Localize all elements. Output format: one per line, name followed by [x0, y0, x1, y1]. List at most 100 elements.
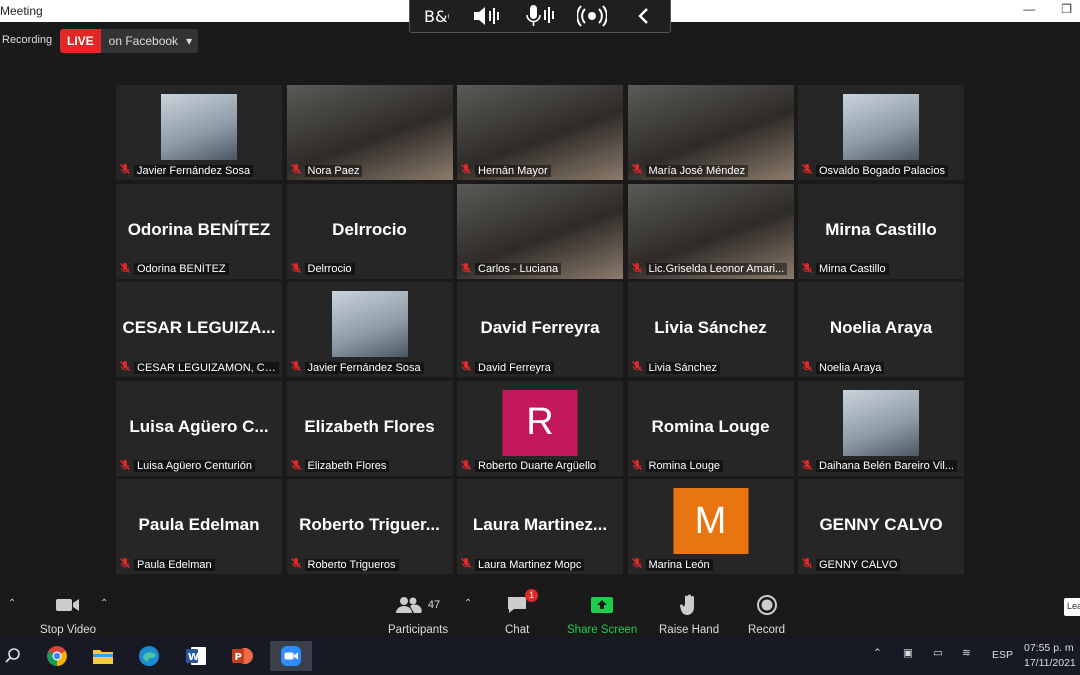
participants-button[interactable]: 47 Participants: [388, 593, 448, 636]
participant-tile[interactable]: Roberto Triguer... Roberto Trigueros: [286, 479, 453, 574]
participant-name-label: Lic.Griselda Leonor Amari...: [631, 262, 791, 277]
participant-tile[interactable]: María José Méndez: [627, 85, 794, 180]
raise-hand-label: Raise Hand: [659, 624, 720, 636]
window-title: Meeting: [0, 4, 43, 18]
participant-tile[interactable]: CESAR LEGUIZA... CESAR LEGUIZAMON, CPC: [116, 282, 282, 377]
participant-name-label: Paula Edelman: [119, 557, 279, 572]
participant-tile[interactable]: Laura Martinez... Laura Martinez Mopc: [457, 479, 623, 574]
record-button[interactable]: Record: [748, 593, 785, 636]
participant-name: David Ferreyra: [475, 361, 554, 374]
participant-tile[interactable]: Romina Louge Romina Louge: [627, 380, 794, 476]
participant-name-label: Delrrocio: [290, 262, 450, 277]
participant-tile[interactable]: R Roberto Duarte Argüello: [457, 380, 623, 476]
participant-name: GENNY CALVO: [816, 558, 901, 571]
participant-tile[interactable]: Osvaldo Bogado Palacios: [798, 85, 964, 180]
input-language[interactable]: ESP: [992, 649, 1013, 661]
muted-microphone-icon: [290, 262, 302, 277]
speaker-volume-icon[interactable]: [468, 2, 508, 30]
live-stream-control[interactable]: LIVE on Facebook ▾: [60, 29, 199, 53]
participant-tile[interactable]: Odorina BENÍTEZ Odorina BENÍTEZ: [116, 183, 282, 279]
video-options-caret-icon[interactable]: ⌃: [100, 598, 108, 609]
participant-display-name: CESAR LEGUIZA...: [122, 318, 276, 337]
participant-name: Osvaldo Bogado Palacios: [816, 164, 948, 177]
participant-display-name: Livia Sánchez: [654, 318, 767, 337]
participant-name: Paula Edelman: [134, 558, 215, 571]
collapse-chevron-icon[interactable]: [624, 2, 664, 30]
participants-options-caret-icon[interactable]: ⌃: [464, 598, 472, 609]
record-icon: [756, 593, 778, 617]
participant-tile[interactable]: Noelia Araya Noelia Araya: [798, 282, 964, 377]
participants-label: Participants: [388, 624, 449, 636]
participant-name-label: Roberto Trigueros: [290, 557, 450, 572]
wifi-icon[interactable]: ≋: [962, 647, 971, 659]
participant-name-label: Romina Louge: [631, 459, 791, 474]
windows-taskbar: W P ⌃ ▣ ▭ ≋ ESP 07:55 p. m 17/11/2021: [0, 637, 1080, 675]
participant-tile[interactable]: Mirna Castillo Mirna Castillo: [798, 183, 964, 279]
participant-display-name: Luisa Agüero C...: [129, 416, 269, 436]
participant-tile[interactable]: Daihana Belén Bareiro Vil...: [798, 380, 964, 476]
participant-tile[interactable]: Hernán Mayor: [457, 85, 623, 180]
stop-video-label: Stop Video: [40, 624, 97, 636]
zoom-tray-icon[interactable]: ▣: [903, 647, 913, 659]
participant-name: María José Méndez: [645, 164, 749, 177]
broadcast-icon[interactable]: [572, 2, 612, 30]
tray-overflow-icon[interactable]: ⌃: [873, 647, 882, 659]
participant-name: Livia Sánchez: [645, 361, 720, 374]
participant-tile[interactable]: GENNY CALVO GENNY CALVO: [798, 479, 964, 574]
participant-tile[interactable]: Lic.Griselda Leonor Amari...: [627, 183, 794, 279]
participant-name-label: Marina León: [631, 557, 791, 572]
participant-display-name: GENNY CALVO: [819, 515, 943, 534]
audio-options-caret-icon[interactable]: ⌃: [8, 598, 16, 609]
participant-name-label: Hernán Mayor: [460, 163, 620, 178]
participant-name-label: Laura Martinez Mopc: [460, 557, 620, 572]
live-destination-dropdown[interactable]: on Facebook ▾: [100, 29, 199, 53]
chrome-icon[interactable]: [40, 641, 74, 671]
zoom-app-icon[interactable]: [270, 641, 312, 671]
system-clock[interactable]: 07:55 p. m 17/11/2021: [1024, 641, 1076, 671]
restore-icon[interactable]: ❐: [1061, 2, 1072, 16]
participant-tile[interactable]: Elizabeth Flores Elizabeth Flores: [286, 380, 453, 476]
participant-name-label: Noelia Araya: [801, 360, 961, 375]
share-screen-button[interactable]: Share Screen: [567, 593, 637, 636]
edge-browser-icon[interactable]: [132, 641, 166, 671]
participant-tile[interactable]: David Ferreyra David Ferreyra: [457, 282, 623, 377]
share-screen-icon: [590, 593, 614, 617]
participant-tile[interactable]: Livia Sánchez Livia Sánchez: [627, 282, 794, 377]
muted-microphone-icon: [460, 163, 472, 178]
muted-microphone-icon: [290, 459, 302, 474]
participant-name: Roberto Duarte Argüello: [475, 460, 600, 472]
raise-hand-button[interactable]: Raise Hand: [659, 593, 719, 636]
search-icon[interactable]: [0, 641, 30, 671]
participant-tile[interactable]: Nora Paez: [286, 85, 453, 180]
participant-display-name: Mirna Castillo: [825, 219, 937, 239]
profile-photo: [843, 94, 919, 160]
participant-tile[interactable]: Carlos - Luciana: [457, 183, 623, 279]
participant-tile[interactable]: Luisa Agüero C... Luisa Agüero Centurión: [116, 380, 282, 476]
floating-audio-toolbar: B&O: [409, 0, 671, 33]
participant-tile[interactable]: M Marina León: [627, 479, 794, 574]
powerpoint-icon[interactable]: P: [225, 641, 259, 671]
microphone-icon[interactable]: [520, 2, 560, 30]
participant-tile[interactable]: Paula Edelman Paula Edelman: [116, 479, 282, 574]
participant-tile[interactable]: Javier Fernández Sosa: [286, 282, 453, 377]
stop-video-button[interactable]: Stop Video: [40, 593, 96, 636]
participant-tile[interactable]: Delrrocio Delrrocio: [286, 183, 453, 279]
participant-name-label: Roberto Duarte Argüello: [460, 459, 620, 474]
participant-name-label: Javier Fernández Sosa: [290, 360, 450, 375]
chat-button[interactable]: 1 Chat: [505, 589, 539, 636]
participant-name-label: María José Méndez: [631, 163, 791, 178]
word-icon[interactable]: W: [179, 641, 213, 671]
battery-icon[interactable]: ▭: [933, 647, 943, 659]
minimize-icon[interactable]: —: [1023, 2, 1035, 16]
participant-tile[interactable]: Javier Fernández Sosa: [116, 85, 282, 180]
share-screen-label: Share Screen: [567, 624, 638, 636]
leave-button[interactable]: Lea: [1064, 598, 1080, 616]
muted-microphone-icon: [631, 163, 643, 178]
file-explorer-icon[interactable]: [86, 641, 120, 671]
participant-name: Laura Martinez Mopc: [475, 558, 585, 571]
bang-olufsen-icon[interactable]: B&O: [416, 2, 456, 30]
participant-name-label: Livia Sánchez: [631, 360, 791, 375]
participant-name: Lic.Griselda Leonor Amari...: [645, 263, 788, 275]
muted-microphone-icon: [119, 163, 131, 178]
participant-display-name: Laura Martinez...: [472, 515, 608, 534]
